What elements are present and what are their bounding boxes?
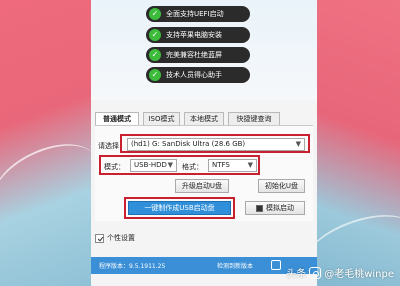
monitor-icon: [256, 204, 263, 212]
feature-label: 完美兼容杜绝蓝屏: [166, 51, 222, 59]
check-icon: ✓: [149, 8, 161, 20]
feature-label: 支持苹果电脑安装: [166, 31, 222, 39]
feature-label: 全面支持UEFI启动: [166, 10, 224, 18]
camera-logo-icon: [309, 266, 322, 279]
status-bar: 程序版本：9.5.1911.25 检测到新版本: [91, 257, 317, 274]
tab-iso-mode[interactable]: ISO模式: [143, 112, 180, 126]
app-window: ✓ 全面支持UEFI启动 ✓ 支持苹果电脑安装 ✓ 完美兼容杜绝蓝屏 ✓ 技术人…: [91, 0, 317, 286]
personal-settings-label: 个性设置: [107, 234, 135, 242]
feature-item: ✓ 支持苹果电脑安装: [146, 27, 250, 43]
personal-settings[interactable]: 个性设置: [95, 233, 135, 243]
feature-item: ✓ 全面支持UEFI启动: [146, 6, 250, 22]
tab-normal-mode[interactable]: 普通模式: [95, 112, 139, 126]
tab-hotkey-query[interactable]: 快捷键查询: [228, 112, 280, 126]
download-icon[interactable]: [271, 260, 281, 270]
feature-item: ✓ 完美兼容杜绝蓝屏: [146, 47, 250, 63]
check-icon: ✓: [149, 29, 161, 41]
check-icon: ✓: [149, 49, 161, 61]
highlight-box-mode-format: [99, 155, 260, 175]
highlight-box-make-button: [124, 197, 235, 219]
init-usb-button[interactable]: 初始化U盘: [258, 179, 305, 193]
simulate-boot-button[interactable]: 模拟启动: [245, 201, 305, 215]
watermark-author: @老毛桃winpe: [324, 269, 394, 280]
simulate-boot-label: 模拟启动: [266, 204, 294, 212]
highlight-box-device: [120, 134, 310, 153]
watermark: 头条 @老毛桃winpe: [286, 265, 394, 280]
watermark-prefix: 头条: [286, 269, 307, 280]
desktop-background-left: [0, 0, 91, 286]
mode-tabs: 普通模式 ISO模式 本地模式 快捷键查询: [95, 112, 284, 126]
version-text: 程序版本：9.5.1911.25: [99, 263, 166, 270]
feature-banner: ✓ 全面支持UEFI启动 ✓ 支持苹果电脑安装 ✓ 完美兼容杜绝蓝屏 ✓ 技术人…: [91, 0, 317, 100]
upgrade-usb-button[interactable]: 升级启动U盘: [175, 179, 229, 193]
feature-item: ✓ 技术人员得心助手: [146, 67, 250, 83]
check-icon: ✓: [149, 69, 161, 81]
personal-settings-checkbox[interactable]: [95, 233, 104, 243]
tab-local-mode[interactable]: 本地模式: [184, 112, 224, 126]
feature-label: 技术人员得心助手: [166, 71, 222, 79]
update-link[interactable]: 检测到新版本: [217, 261, 253, 270]
